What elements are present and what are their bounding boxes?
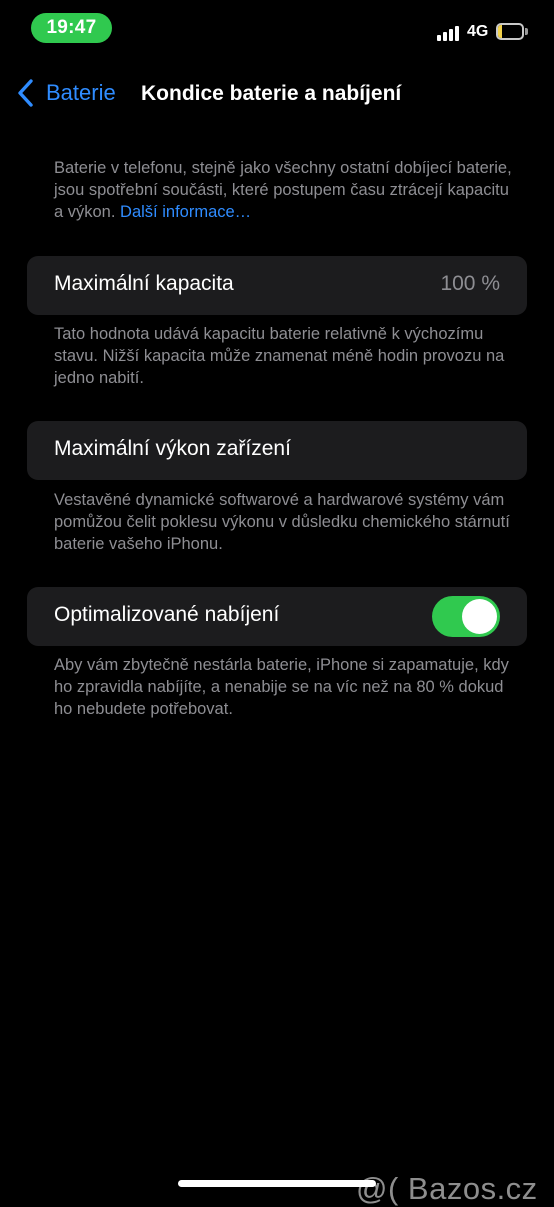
status-bar: 19:47 4G 6	[0, 0, 554, 56]
peak-performance-description: Vestavěné dynamické softwarové a hardwar…	[54, 491, 510, 553]
more-info-link[interactable]: Další informace…	[120, 203, 251, 221]
back-label: Baterie	[46, 80, 116, 105]
max-capacity-row: Maximální kapacita 100 %	[27, 256, 527, 315]
navigation-bar: Baterie Kondice baterie a nabíjení	[0, 72, 554, 118]
max-capacity-label: Maximální kapacita	[54, 272, 234, 295]
peak-performance-row[interactable]: Maximální výkon zařízení	[27, 421, 527, 480]
cellular-signal-icon	[437, 24, 463, 41]
intro-text: Baterie v telefonu, stejně jako všechny …	[54, 157, 514, 223]
peak-performance-label: Maximální výkon zařízení	[54, 437, 291, 460]
page-title: Kondice baterie a nabíjení	[141, 82, 402, 105]
back-button[interactable]: Baterie	[14, 78, 116, 108]
optimized-charging-label: Optimalizované nabíjení	[54, 603, 280, 626]
toggle-knob	[462, 599, 497, 634]
battery-level: 6	[506, 23, 514, 39]
battery-icon: 6	[496, 23, 524, 40]
network-type: 4G	[467, 23, 489, 40]
optimized-charging-row: Optimalizované nabíjení	[27, 587, 527, 646]
optimized-charging-toggle[interactable]	[432, 596, 500, 637]
chevron-left-icon	[18, 79, 33, 107]
optimized-charging-description: Aby vám zbytečně nestárla baterie, iPhon…	[54, 656, 509, 718]
home-indicator[interactable]	[178, 1180, 376, 1187]
battery-cap	[525, 28, 528, 35]
max-capacity-value: 100 %	[440, 272, 500, 295]
status-time[interactable]: 19:47	[31, 13, 112, 43]
max-capacity-description: Tato hodnota udává kapacitu baterie rela…	[54, 325, 505, 387]
watermark: @( Bazos.cz	[356, 1171, 538, 1206]
